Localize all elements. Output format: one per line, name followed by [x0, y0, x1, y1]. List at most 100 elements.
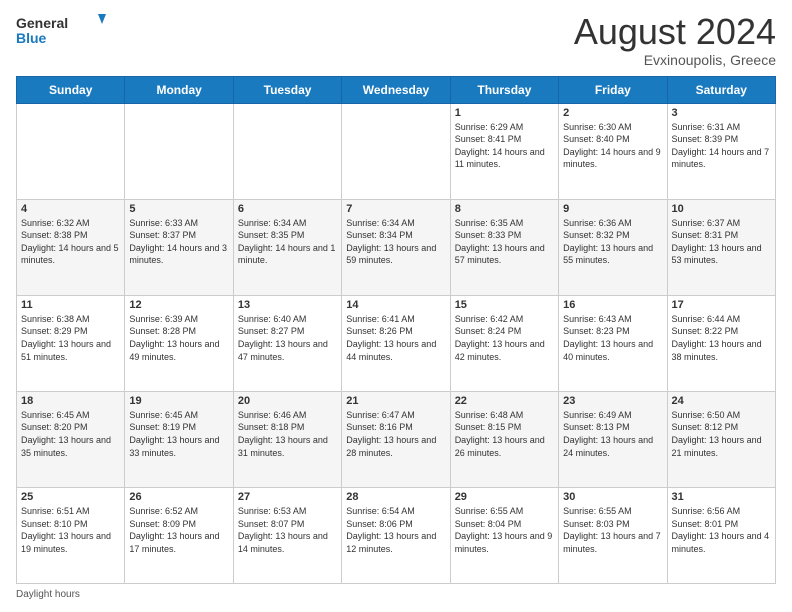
calendar-cell-4-3: 20 Sunrise: 6:46 AM Sunset: 8:18 PM Dayli…	[233, 391, 341, 487]
calendar-cell-5-6: 30 Sunrise: 6:55 AM Sunset: 8:03 PM Dayli…	[559, 487, 667, 583]
calendar-cell-4-5: 22 Sunrise: 6:48 AM Sunset: 8:15 PM Dayli…	[450, 391, 558, 487]
calendar-cell-3-5: 15Sunrise: 6:42 AM Sunset: 8:24 PM Dayli…	[450, 295, 558, 391]
calendar-cell-5-1: 25 Sunrise: 6:51 AM Sunset: 8:10 PM Dayli…	[17, 487, 125, 583]
daylight-hours-label: Daylight hours	[16, 589, 80, 600]
day-number: 6	[238, 203, 337, 215]
day-info: Sunrise: 6:43 AM Sunset: 8:23 PM Dayligh…	[563, 313, 662, 363]
title-block: August 2024 Evxinoupolis, Greece	[574, 12, 776, 68]
day-number: 7	[346, 203, 445, 215]
day-number: 14	[346, 299, 445, 311]
calendar-cell-1-5: 1Sunrise: 6:29 AM Sunset: 8:41 PM Daylig…	[450, 103, 558, 199]
calendar-cell-1-3	[233, 103, 341, 199]
day-info: Sunrise: 6:48 AM Sunset: 8:15 PM Dayligh…	[455, 409, 554, 459]
calendar-cell-3-2: 12 Sunrise: 6:39 AM Sunset: 8:28 PM Dayli…	[125, 295, 233, 391]
calendar-cell-5-4: 28Sunrise: 6:54 AM Sunset: 8:06 PM Dayli…	[342, 487, 450, 583]
calendar-cell-5-5: 29 Sunrise: 6:55 AM Sunset: 8:04 PM Dayli…	[450, 487, 558, 583]
day-number: 11	[21, 299, 120, 311]
day-info: Sunrise: 6:53 AM Sunset: 8:07 PM Dayligh…	[238, 505, 337, 555]
location: Evxinoupolis, Greece	[574, 52, 776, 68]
day-info: Sunrise: 6:34 AM Sunset: 8:34 PM Dayligh…	[346, 217, 445, 267]
day-number: 24	[672, 395, 771, 407]
calendar-week-5: 25 Sunrise: 6:51 AM Sunset: 8:10 PM Dayli…	[17, 487, 776, 583]
calendar-table: SundayMondayTuesdayWednesdayThursdayFrid…	[16, 76, 776, 584]
day-info: Sunrise: 6:44 AM Sunset: 8:22 PM Dayligh…	[672, 313, 771, 363]
day-info: Sunrise: 6:40 AM Sunset: 8:27 PM Dayligh…	[238, 313, 337, 363]
calendar-cell-2-2: 5 Sunrise: 6:33 AM Sunset: 8:37 PM Daylig…	[125, 199, 233, 295]
day-info: Sunrise: 6:29 AM Sunset: 8:41 PM Dayligh…	[455, 121, 554, 171]
day-info: Sunrise: 6:35 AM Sunset: 8:33 PM Dayligh…	[455, 217, 554, 267]
calendar-cell-5-3: 27Sunrise: 6:53 AM Sunset: 8:07 PM Dayli…	[233, 487, 341, 583]
day-number: 12	[129, 299, 228, 311]
day-number: 29	[455, 491, 554, 503]
calendar-cell-2-1: 4 Sunrise: 6:32 AM Sunset: 8:38 PM Daylig…	[17, 199, 125, 295]
calendar-cell-5-7: 31 Sunrise: 6:56 AM Sunset: 8:01 PM Dayli…	[667, 487, 775, 583]
calendar-header-sunday: Sunday	[17, 76, 125, 103]
calendar-header-friday: Friday	[559, 76, 667, 103]
day-number: 31	[672, 491, 771, 503]
day-number: 25	[21, 491, 120, 503]
day-info: Sunrise: 6:34 AM Sunset: 8:35 PM Dayligh…	[238, 217, 337, 267]
calendar-cell-1-2	[125, 103, 233, 199]
day-info: Sunrise: 6:39 AM Sunset: 8:28 PM Dayligh…	[129, 313, 228, 363]
calendar-cell-4-2: 19Sunrise: 6:45 AM Sunset: 8:19 PM Dayli…	[125, 391, 233, 487]
day-info: Sunrise: 6:46 AM Sunset: 8:18 PM Dayligh…	[238, 409, 337, 459]
calendar-cell-3-6: 16 Sunrise: 6:43 AM Sunset: 8:23 PM Dayli…	[559, 295, 667, 391]
calendar-cell-4-1: 18 Sunrise: 6:45 AM Sunset: 8:20 PM Dayli…	[17, 391, 125, 487]
calendar-week-4: 18 Sunrise: 6:45 AM Sunset: 8:20 PM Dayli…	[17, 391, 776, 487]
svg-text:General: General	[16, 15, 68, 31]
day-info: Sunrise: 6:45 AM Sunset: 8:19 PM Dayligh…	[129, 409, 228, 459]
calendar-cell-2-3: 6 Sunrise: 6:34 AM Sunset: 8:35 PM Daylig…	[233, 199, 341, 295]
calendar-header-monday: Monday	[125, 76, 233, 103]
day-number: 26	[129, 491, 228, 503]
day-info: Sunrise: 6:55 AM Sunset: 8:04 PM Dayligh…	[455, 505, 554, 555]
day-info: Sunrise: 6:47 AM Sunset: 8:16 PM Dayligh…	[346, 409, 445, 459]
day-info: Sunrise: 6:38 AM Sunset: 8:29 PM Dayligh…	[21, 313, 120, 363]
svg-text:Blue: Blue	[16, 30, 47, 46]
day-number: 5	[129, 203, 228, 215]
calendar-cell-3-3: 13 Sunrise: 6:40 AM Sunset: 8:27 PM Dayli…	[233, 295, 341, 391]
calendar-cell-1-4	[342, 103, 450, 199]
day-info: Sunrise: 6:49 AM Sunset: 8:13 PM Dayligh…	[563, 409, 662, 459]
day-info: Sunrise: 6:41 AM Sunset: 8:26 PM Dayligh…	[346, 313, 445, 363]
calendar-cell-1-6: 2Sunrise: 6:30 AM Sunset: 8:40 PM Daylig…	[559, 103, 667, 199]
logo-icon: General Blue	[16, 12, 106, 48]
day-number: 16	[563, 299, 662, 311]
calendar-cell-2-7: 10Sunrise: 6:37 AM Sunset: 8:31 PM Dayli…	[667, 199, 775, 295]
calendar-cell-2-4: 7 Sunrise: 6:34 AM Sunset: 8:34 PM Daylig…	[342, 199, 450, 295]
calendar-week-2: 4 Sunrise: 6:32 AM Sunset: 8:38 PM Daylig…	[17, 199, 776, 295]
calendar-header-thursday: Thursday	[450, 76, 558, 103]
day-info: Sunrise: 6:45 AM Sunset: 8:20 PM Dayligh…	[21, 409, 120, 459]
day-info: Sunrise: 6:55 AM Sunset: 8:03 PM Dayligh…	[563, 505, 662, 555]
day-info: Sunrise: 6:36 AM Sunset: 8:32 PM Dayligh…	[563, 217, 662, 267]
day-info: Sunrise: 6:31 AM Sunset: 8:39 PM Dayligh…	[672, 121, 771, 171]
day-number: 15	[455, 299, 554, 311]
calendar-week-3: 11 Sunrise: 6:38 AM Sunset: 8:29 PM Dayli…	[17, 295, 776, 391]
day-info: Sunrise: 6:32 AM Sunset: 8:38 PM Dayligh…	[21, 217, 120, 267]
day-number: 13	[238, 299, 337, 311]
day-number: 22	[455, 395, 554, 407]
calendar-cell-3-1: 11 Sunrise: 6:38 AM Sunset: 8:29 PM Dayli…	[17, 295, 125, 391]
calendar-cell-3-7: 17 Sunrise: 6:44 AM Sunset: 8:22 PM Dayli…	[667, 295, 775, 391]
calendar-cell-5-2: 26 Sunrise: 6:52 AM Sunset: 8:09 PM Dayli…	[125, 487, 233, 583]
calendar-cell-1-7: 3Sunrise: 6:31 AM Sunset: 8:39 PM Daylig…	[667, 103, 775, 199]
day-info: Sunrise: 6:52 AM Sunset: 8:09 PM Dayligh…	[129, 505, 228, 555]
day-number: 28	[346, 491, 445, 503]
day-info: Sunrise: 6:51 AM Sunset: 8:10 PM Dayligh…	[21, 505, 120, 555]
day-info: Sunrise: 6:30 AM Sunset: 8:40 PM Dayligh…	[563, 121, 662, 171]
footer: Daylight hours	[16, 589, 776, 600]
day-number: 17	[672, 299, 771, 311]
calendar-cell-4-4: 21Sunrise: 6:47 AM Sunset: 8:16 PM Dayli…	[342, 391, 450, 487]
calendar-header-wednesday: Wednesday	[342, 76, 450, 103]
page: General Blue August 2024 Evxinoupolis, G…	[0, 0, 792, 612]
day-number: 4	[21, 203, 120, 215]
calendar-cell-4-6: 23Sunrise: 6:49 AM Sunset: 8:13 PM Dayli…	[559, 391, 667, 487]
day-number: 20	[238, 395, 337, 407]
day-info: Sunrise: 6:33 AM Sunset: 8:37 PM Dayligh…	[129, 217, 228, 267]
calendar-header-saturday: Saturday	[667, 76, 775, 103]
day-number: 18	[21, 395, 120, 407]
day-info: Sunrise: 6:56 AM Sunset: 8:01 PM Dayligh…	[672, 505, 771, 555]
calendar-cell-2-6: 9Sunrise: 6:36 AM Sunset: 8:32 PM Daylig…	[559, 199, 667, 295]
day-info: Sunrise: 6:50 AM Sunset: 8:12 PM Dayligh…	[672, 409, 771, 459]
day-number: 30	[563, 491, 662, 503]
calendar-cell-3-4: 14 Sunrise: 6:41 AM Sunset: 8:26 PM Dayli…	[342, 295, 450, 391]
